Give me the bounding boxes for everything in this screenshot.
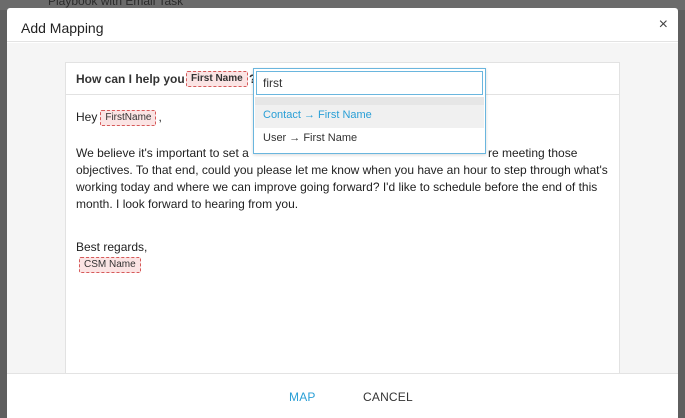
subject-first-name-token[interactable]: First Name [186,71,248,87]
body-line-2: objectives. To that end, could you pleas… [76,163,608,177]
signoff: Best regards, [76,240,148,254]
backdrop-text: Playbook with Email Task [48,0,184,8]
signature-csm-name-token[interactable]: CSM Name [79,257,141,273]
dropdown-separator [255,97,484,105]
subject-label: How can I help you [76,72,185,86]
greeting-line: Hey FirstName, [76,109,162,127]
body-line-1-end: re meeting those [488,146,578,160]
greeting-prefix: Hey [76,110,98,124]
cancel-button[interactable]: CANCEL [363,390,413,404]
greeting-suffix: , [158,110,162,124]
mapping-dropdown: Contact → First Name User → First Name [253,68,486,154]
mapping-search-input[interactable] [256,71,483,95]
body-line-3: working today and where we can improve g… [76,180,598,194]
body-line-4: month. I look forward to hearing from yo… [76,197,299,211]
dropdown-item-contact-first-name[interactable]: Contact → First Name [255,105,484,128]
modal-header: Add Mapping × [7,8,678,42]
map-button[interactable]: MAP [289,390,316,404]
modal-title: Add Mapping [21,20,104,36]
dropdown-item-user-first-name[interactable]: User → First Name [255,128,484,151]
body-line-1-start: We believe it's important to set a [76,146,249,160]
modal-footer: MAP CANCEL [7,373,678,418]
close-icon[interactable]: × [659,17,668,33]
greeting-first-name-token[interactable]: FirstName [100,110,157,126]
